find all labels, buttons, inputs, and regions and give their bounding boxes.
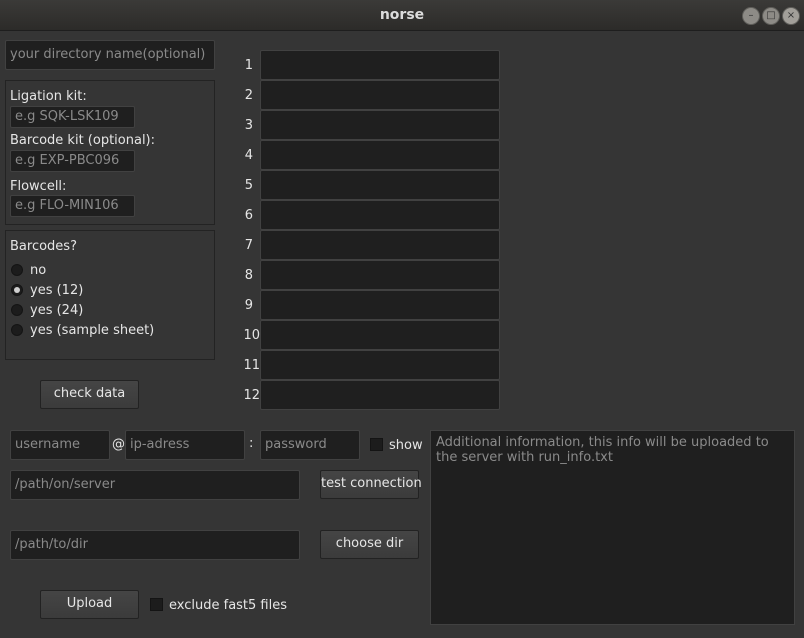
password-input[interactable]: password <box>260 430 360 460</box>
sample-input-1[interactable] <box>260 50 500 80</box>
barcodes-radio-no[interactable] <box>11 264 23 276</box>
row-number: 12 <box>243 388 260 403</box>
sample-input-8[interactable] <box>260 260 500 290</box>
barcode-kit-label: Barcode kit (optional): <box>10 133 156 148</box>
check-data-button[interactable]: check data <box>40 380 139 409</box>
server-path-input[interactable]: /path/on/server <box>10 470 300 500</box>
barcodes-option-label: yes (24) <box>30 303 84 318</box>
ligation-kit-input[interactable]: e.g SQK-LSK109 <box>10 106 135 128</box>
kits-group: Ligation kit: e.g SQK-LSK109 Barcode kit… <box>5 80 215 225</box>
exclude-fast5-checkbox[interactable] <box>150 598 163 611</box>
at-sign: @ <box>112 437 125 452</box>
upload-button[interactable]: Upload <box>40 590 139 619</box>
sample-input-10[interactable] <box>260 320 500 350</box>
row-number: 5 <box>244 178 253 193</box>
test-connection-button[interactable]: test connection <box>320 470 422 499</box>
barcodes-radio-24[interactable] <box>11 304 23 316</box>
sample-input-12[interactable] <box>260 380 500 410</box>
sample-input-4[interactable] <box>260 140 500 170</box>
title-bar: norse – □ × <box>0 0 804 31</box>
row-number: 1 <box>244 58 253 73</box>
exclude-fast5-label: exclude fast5 files <box>169 598 288 613</box>
sample-input-7[interactable] <box>260 230 500 260</box>
barcodes-title: Barcodes? <box>10 239 77 254</box>
app-window: norse – □ × your directory name(optional… <box>0 0 804 638</box>
row-number: 11 <box>243 358 260 373</box>
local-path-input[interactable]: /path/to/dir <box>10 530 300 560</box>
barcodes-option-label: yes (sample sheet) <box>30 323 155 338</box>
row-number: 7 <box>244 238 253 253</box>
row-number: 10 <box>243 328 260 343</box>
close-button[interactable]: × <box>782 7 800 25</box>
username-input[interactable]: username <box>10 430 110 460</box>
ip-address-input[interactable]: ip-adress <box>125 430 245 460</box>
choose-dir-button[interactable]: choose dir <box>320 530 419 559</box>
sample-input-6[interactable] <box>260 200 500 230</box>
show-password-checkbox[interactable] <box>370 438 383 451</box>
sample-input-3[interactable] <box>260 110 500 140</box>
ligation-kit-label: Ligation kit: <box>10 89 87 104</box>
sample-input-9[interactable] <box>260 290 500 320</box>
barcodes-option-label: no <box>30 263 47 278</box>
flowcell-input[interactable]: e.g FLO-MIN106 <box>10 195 135 217</box>
directory-name-input[interactable]: your directory name(optional) <box>5 40 215 70</box>
minimize-button[interactable]: – <box>742 7 760 25</box>
row-number: 9 <box>244 298 253 313</box>
barcodes-radio-sample-sheet[interactable] <box>11 324 23 336</box>
row-number: 3 <box>244 118 253 133</box>
row-number: 6 <box>244 208 253 223</box>
row-number: 8 <box>244 268 253 283</box>
flowcell-label: Flowcell: <box>10 179 67 194</box>
window-title: norse <box>379 7 425 23</box>
row-number: 4 <box>244 148 253 163</box>
barcodes-option-label: yes (12) <box>30 283 84 298</box>
sample-input-2[interactable] <box>260 80 500 110</box>
barcodes-group: Barcodes? no yes (12) yes (24) yes (samp… <box>5 230 215 360</box>
row-number: 2 <box>244 88 253 103</box>
colon-separator: : <box>249 436 254 451</box>
additional-info-textarea[interactable]: Additional information, this info will b… <box>430 430 795 625</box>
sample-input-5[interactable] <box>260 170 500 200</box>
barcodes-radio-12[interactable] <box>11 284 23 296</box>
barcode-kit-input[interactable]: e.g EXP-PBC096 <box>10 150 135 172</box>
sample-input-11[interactable] <box>260 350 500 380</box>
maximize-button[interactable]: □ <box>762 7 780 25</box>
show-password-label: show <box>389 438 423 453</box>
